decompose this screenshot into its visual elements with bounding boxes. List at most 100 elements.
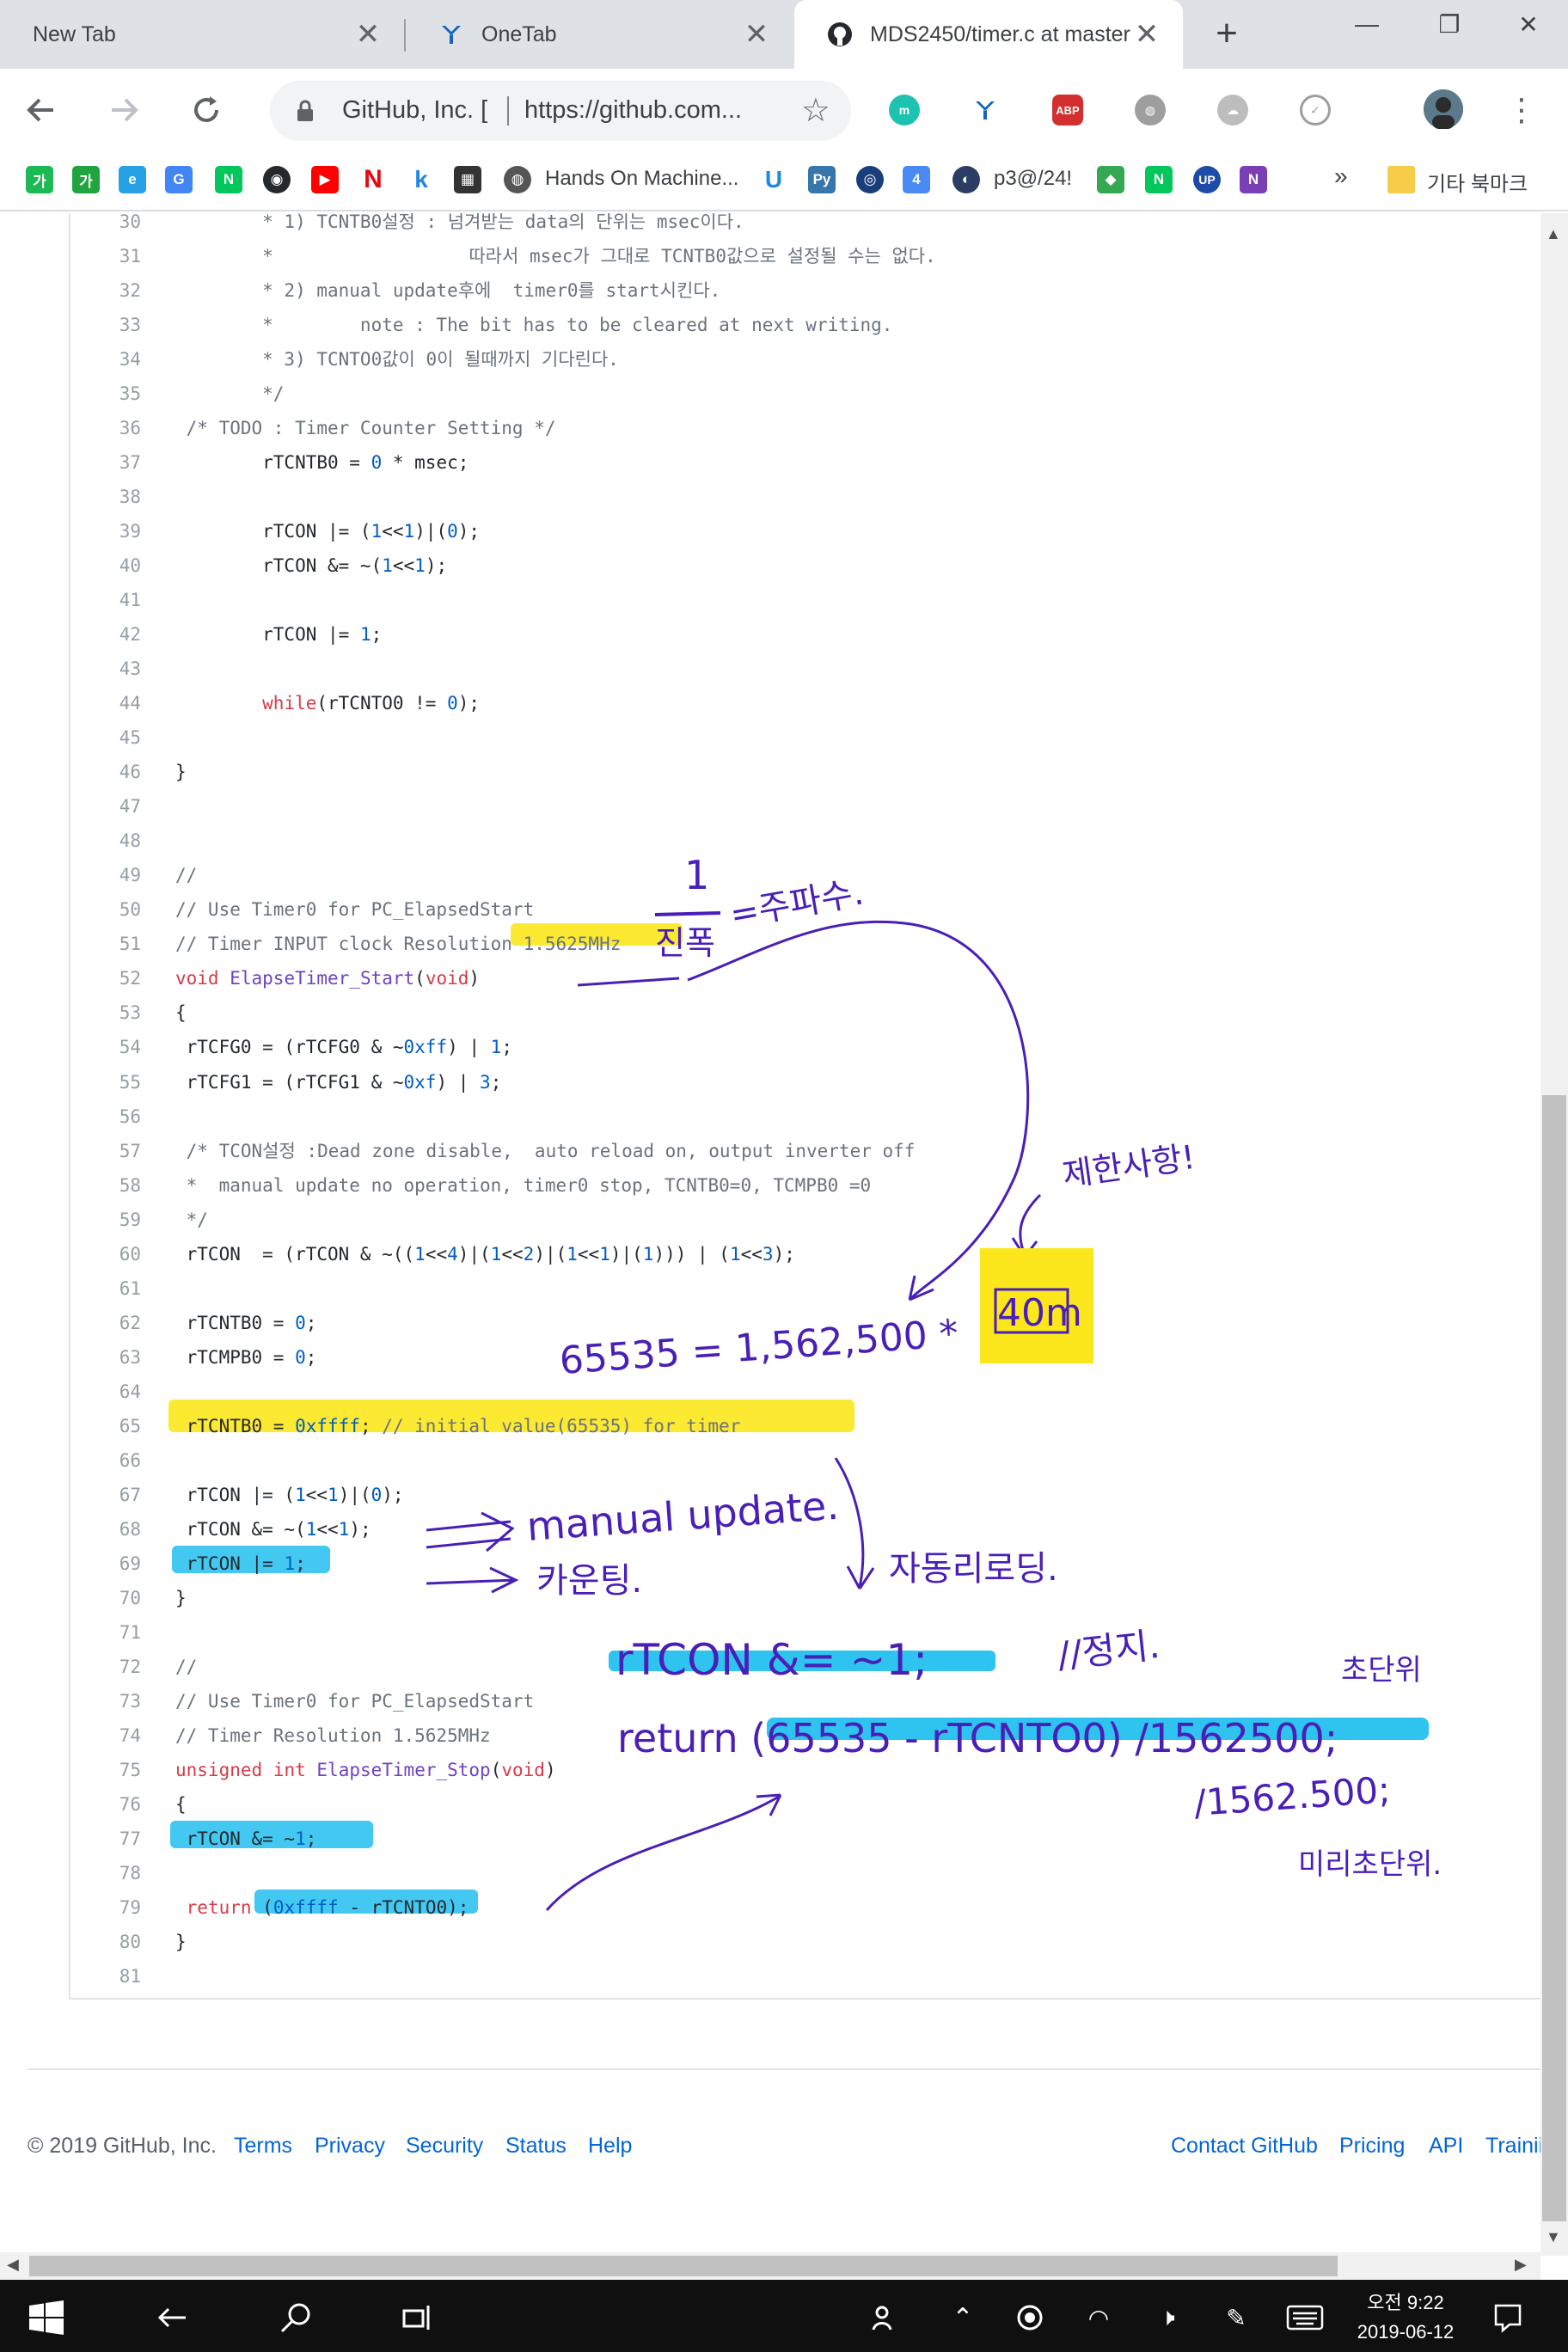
line-number[interactable]: 34 bbox=[70, 342, 141, 377]
bookmark-github-icon[interactable]: ◉ bbox=[263, 166, 291, 193]
line-number[interactable]: 43 bbox=[70, 652, 141, 686]
menu-icon[interactable]: ⋮ bbox=[1499, 88, 1544, 132]
scroll-down-arrow-icon[interactable]: ▼ bbox=[1546, 2228, 1561, 2246]
line-number[interactable]: 65 bbox=[70, 1409, 141, 1443]
profile-avatar[interactable] bbox=[1424, 89, 1463, 129]
bookmark-k-icon[interactable]: k bbox=[407, 166, 435, 193]
line-number[interactable]: 40 bbox=[70, 548, 141, 583]
footer-link-status[interactable]: Status bbox=[505, 2134, 567, 2159]
bookmark-youtube-icon[interactable]: ▶ bbox=[311, 166, 339, 193]
footer-link-api[interactable]: API bbox=[1429, 2134, 1463, 2159]
line-number[interactable]: 33 bbox=[70, 308, 141, 342]
bookmark-hands-on[interactable]: Hands On Machine... bbox=[545, 167, 738, 191]
site-identity[interactable]: GitHub, Inc. [ bbox=[342, 96, 487, 125]
line-number[interactable]: 66 bbox=[70, 1443, 141, 1478]
line-number[interactable]: 50 bbox=[70, 892, 141, 927]
line-number[interactable]: 39 bbox=[70, 514, 141, 548]
line-number[interactable]: 55 bbox=[70, 1065, 141, 1099]
footer-link-contact[interactable]: Contact GitHub bbox=[1171, 2134, 1318, 2159]
scroll-right-arrow-icon[interactable]: ▶ bbox=[1515, 2256, 1527, 2274]
bookmark-p3-icon[interactable]: ◐ bbox=[952, 166, 980, 193]
line-number[interactable]: 69 bbox=[70, 1547, 141, 1581]
line-number[interactable]: 72 bbox=[70, 1650, 141, 1684]
other-bookmarks[interactable]: 기타 북마크 bbox=[1427, 167, 1528, 197]
system-clock[interactable]: 오전 9:22 2019-06-12 bbox=[1341, 2288, 1470, 2347]
bookmark-onenote-icon[interactable]: N bbox=[1240, 166, 1267, 193]
line-number[interactable]: 41 bbox=[70, 583, 141, 617]
keyboard-icon[interactable] bbox=[1284, 2297, 1326, 2338]
bookmark-grid-icon[interactable]: ▦ bbox=[454, 166, 481, 193]
line-number[interactable]: 44 bbox=[70, 686, 141, 720]
bookmarks-more-button[interactable]: » bbox=[1334, 162, 1348, 190]
line-number[interactable]: 51 bbox=[70, 927, 141, 961]
line-number[interactable]: 46 bbox=[70, 755, 141, 789]
line-number[interactable]: 63 bbox=[70, 1340, 141, 1375]
line-number[interactable]: 38 bbox=[70, 480, 141, 514]
people-icon[interactable] bbox=[865, 2297, 906, 2338]
line-number[interactable]: 30 bbox=[70, 213, 141, 239]
line-number[interactable]: 57 bbox=[70, 1134, 141, 1168]
line-number[interactable]: 31 bbox=[70, 239, 141, 273]
line-number[interactable]: 58 bbox=[70, 1168, 141, 1203]
bookmark-maps-icon[interactable]: ◆ bbox=[1097, 166, 1124, 193]
close-icon[interactable]: ✕ bbox=[1131, 18, 1162, 51]
line-number[interactable]: 71 bbox=[70, 1615, 141, 1650]
line-number[interactable]: 68 bbox=[70, 1512, 141, 1547]
line-number[interactable]: 53 bbox=[70, 995, 141, 1030]
bookmark-ga2-icon[interactable]: 가 bbox=[72, 166, 100, 193]
folder-icon[interactable] bbox=[1387, 166, 1415, 193]
line-number[interactable]: 75 bbox=[70, 1753, 141, 1787]
line-number[interactable]: 36 bbox=[70, 411, 141, 445]
tab-onetab[interactable]: OneTab ✕ bbox=[406, 0, 793, 69]
line-number[interactable]: 32 bbox=[70, 273, 141, 308]
footer-link-pricing[interactable]: Pricing bbox=[1339, 2134, 1405, 2159]
address-bar[interactable]: GitHub, Inc. [ https://github.com... ☆ bbox=[270, 81, 851, 141]
bookmark-calendar-icon[interactable]: 4 bbox=[903, 166, 930, 193]
scroll-left-arrow-icon[interactable]: ◀ bbox=[7, 2256, 19, 2274]
footer-link-help[interactable]: Help bbox=[588, 2134, 632, 2159]
line-number[interactable]: 52 bbox=[70, 961, 141, 995]
minimize-button[interactable]: — bbox=[1326, 0, 1408, 48]
line-number[interactable]: 74 bbox=[70, 1718, 141, 1753]
url-text[interactable]: https://github.com... bbox=[524, 96, 742, 125]
line-number[interactable]: 48 bbox=[70, 824, 141, 858]
lock-icon[interactable] bbox=[296, 100, 315, 126]
adblock-icon[interactable]: ABP bbox=[1052, 95, 1083, 126]
close-icon[interactable]: ✕ bbox=[741, 18, 772, 51]
task-view-icon[interactable] bbox=[397, 2297, 438, 2338]
bookmark-seal-icon[interactable]: ◎ bbox=[856, 166, 884, 193]
bookmark-ga-icon[interactable]: 가 bbox=[26, 166, 53, 193]
line-number[interactable]: 35 bbox=[70, 377, 141, 411]
line-number[interactable]: 67 bbox=[70, 1478, 141, 1512]
line-number[interactable]: 54 bbox=[70, 1030, 141, 1064]
line-number[interactable]: 59 bbox=[70, 1203, 141, 1237]
tab-new-tab[interactable]: New Tab ✕ bbox=[0, 0, 404, 69]
chevron-up-icon[interactable]: ⌃ bbox=[942, 2297, 983, 2338]
extension-m-icon[interactable]: m bbox=[889, 95, 920, 126]
bookmark-edge-icon[interactable]: e bbox=[119, 166, 146, 193]
bookmark-translate-icon[interactable]: G bbox=[165, 166, 193, 193]
line-number[interactable]: 81 bbox=[70, 1959, 141, 1994]
line-number[interactable]: 60 bbox=[70, 1237, 141, 1271]
tab-timer-c[interactable]: MDS2450/timer.c at master ✕ bbox=[794, 0, 1183, 69]
line-number[interactable]: 62 bbox=[70, 1306, 141, 1340]
windows-start-icon[interactable] bbox=[26, 2297, 67, 2338]
back-arrow-icon[interactable] bbox=[151, 2297, 193, 2338]
line-number[interactable]: 56 bbox=[70, 1099, 141, 1134]
back-button[interactable] bbox=[19, 88, 64, 132]
window-close-button[interactable]: ✕ bbox=[1487, 0, 1568, 48]
restore-button[interactable]: ❐ bbox=[1408, 0, 1491, 48]
bookmark-naver2-icon[interactable]: N bbox=[1145, 166, 1173, 193]
line-number[interactable]: 61 bbox=[70, 1271, 141, 1306]
line-number[interactable]: 78 bbox=[70, 1856, 141, 1890]
wifi-icon[interactable]: ◠ bbox=[1078, 2297, 1119, 2338]
pen-icon[interactable]: ✎ bbox=[1216, 2297, 1257, 2338]
bookmark-netflix-icon[interactable]: N bbox=[359, 165, 387, 193]
bookmark-globe-icon[interactable]: ◍ bbox=[504, 166, 531, 193]
line-number[interactable]: 45 bbox=[70, 720, 141, 755]
volume-muted-icon[interactable]: 🕨 bbox=[1147, 2297, 1188, 2338]
forward-button[interactable] bbox=[101, 88, 146, 132]
footer-link-security[interactable]: Security bbox=[406, 2134, 483, 2159]
bookmark-star-icon[interactable]: ☆ bbox=[801, 91, 830, 130]
bookmark-u-icon[interactable]: U bbox=[760, 166, 787, 193]
